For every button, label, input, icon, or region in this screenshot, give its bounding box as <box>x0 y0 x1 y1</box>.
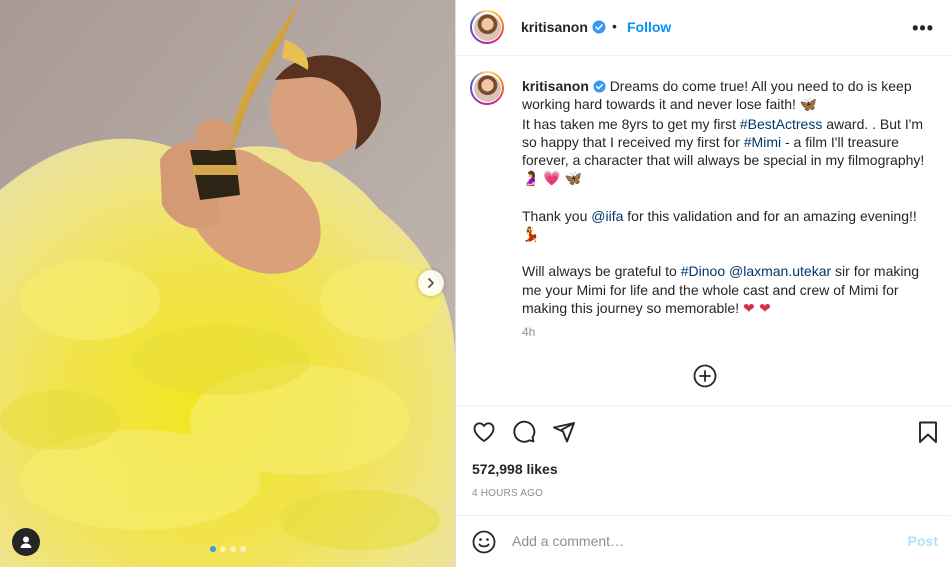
verified-badge-icon <box>593 80 606 93</box>
mention-link[interactable]: @laxman.utekar <box>729 263 831 279</box>
caption-avatar[interactable] <box>470 71 504 105</box>
more-options-button[interactable]: ••• <box>912 18 934 39</box>
bookmark-icon[interactable] <box>917 420 939 444</box>
post-header: kritisanon • Follow ••• <box>456 0 950 56</box>
add-circle-icon[interactable] <box>693 364 717 388</box>
hashtag-link[interactable]: #BestActress <box>740 116 822 132</box>
hashtag-link[interactable]: #Dinoo <box>681 263 725 279</box>
comment-bar: Post <box>456 515 950 567</box>
caption-text: Thank you <box>522 207 588 224</box>
verified-badge-icon <box>592 20 606 34</box>
share-icon[interactable] <box>552 420 576 444</box>
caption-text: It has taken me 8yrs to get my first <box>522 115 736 132</box>
avatar-image <box>473 13 501 41</box>
emoji-icon[interactable] <box>472 530 496 554</box>
butterfly-emoji: 🦋 <box>799 97 818 114</box>
header-separator: • <box>612 18 617 34</box>
slide-indicator <box>0 546 455 552</box>
slide-dot <box>219 546 226 552</box>
instagram-post: kritisanon • Follow ••• kritisanon Dream… <box>0 0 950 567</box>
comment-icon[interactable] <box>512 420 536 444</box>
red-hearts-emoji: ❤ ❤ <box>743 300 771 317</box>
avatar[interactable] <box>470 10 504 44</box>
next-slide-button[interactable] <box>418 270 444 296</box>
caption-text: for this validation and for an amazing e… <box>627 207 917 224</box>
mention-link[interactable]: @iifa <box>591 208 623 224</box>
header-username[interactable]: kritisanon <box>521 19 588 35</box>
slide-dot <box>239 546 246 552</box>
chevron-right-icon <box>428 278 434 288</box>
post-timestamp: 4 HOURS AGO <box>472 488 544 499</box>
comment-input[interactable] <box>512 530 882 552</box>
post-caption: kritisanon Dreams do come true! All you … <box>522 77 932 318</box>
avatar-image <box>473 74 501 102</box>
divider <box>456 405 950 406</box>
heart-icon[interactable] <box>472 420 496 444</box>
dancer-emoji: 💃 <box>522 227 540 244</box>
post-comment-button[interactable]: Post <box>908 533 938 549</box>
follow-button[interactable]: Follow <box>627 19 671 35</box>
slide-dot <box>229 546 236 552</box>
heart-emoji: 💗 <box>543 171 561 188</box>
butterfly-emoji: 🦋 <box>564 171 583 188</box>
caption-timestamp: 4h <box>522 325 536 339</box>
pregnant-woman-emoji: 🤰 <box>522 171 540 188</box>
slide-dot-active <box>209 546 216 552</box>
hashtag-link[interactable]: #Mimi <box>744 134 781 150</box>
likes-count[interactable]: 572,998 likes <box>472 461 558 477</box>
caption-text: Will always be grateful to <box>522 263 677 280</box>
post-media <box>0 0 455 567</box>
caption-username[interactable]: kritisanon <box>522 78 589 94</box>
post-side-panel: kritisanon • Follow ••• kritisanon Dream… <box>455 0 950 567</box>
post-photo <box>0 0 455 567</box>
